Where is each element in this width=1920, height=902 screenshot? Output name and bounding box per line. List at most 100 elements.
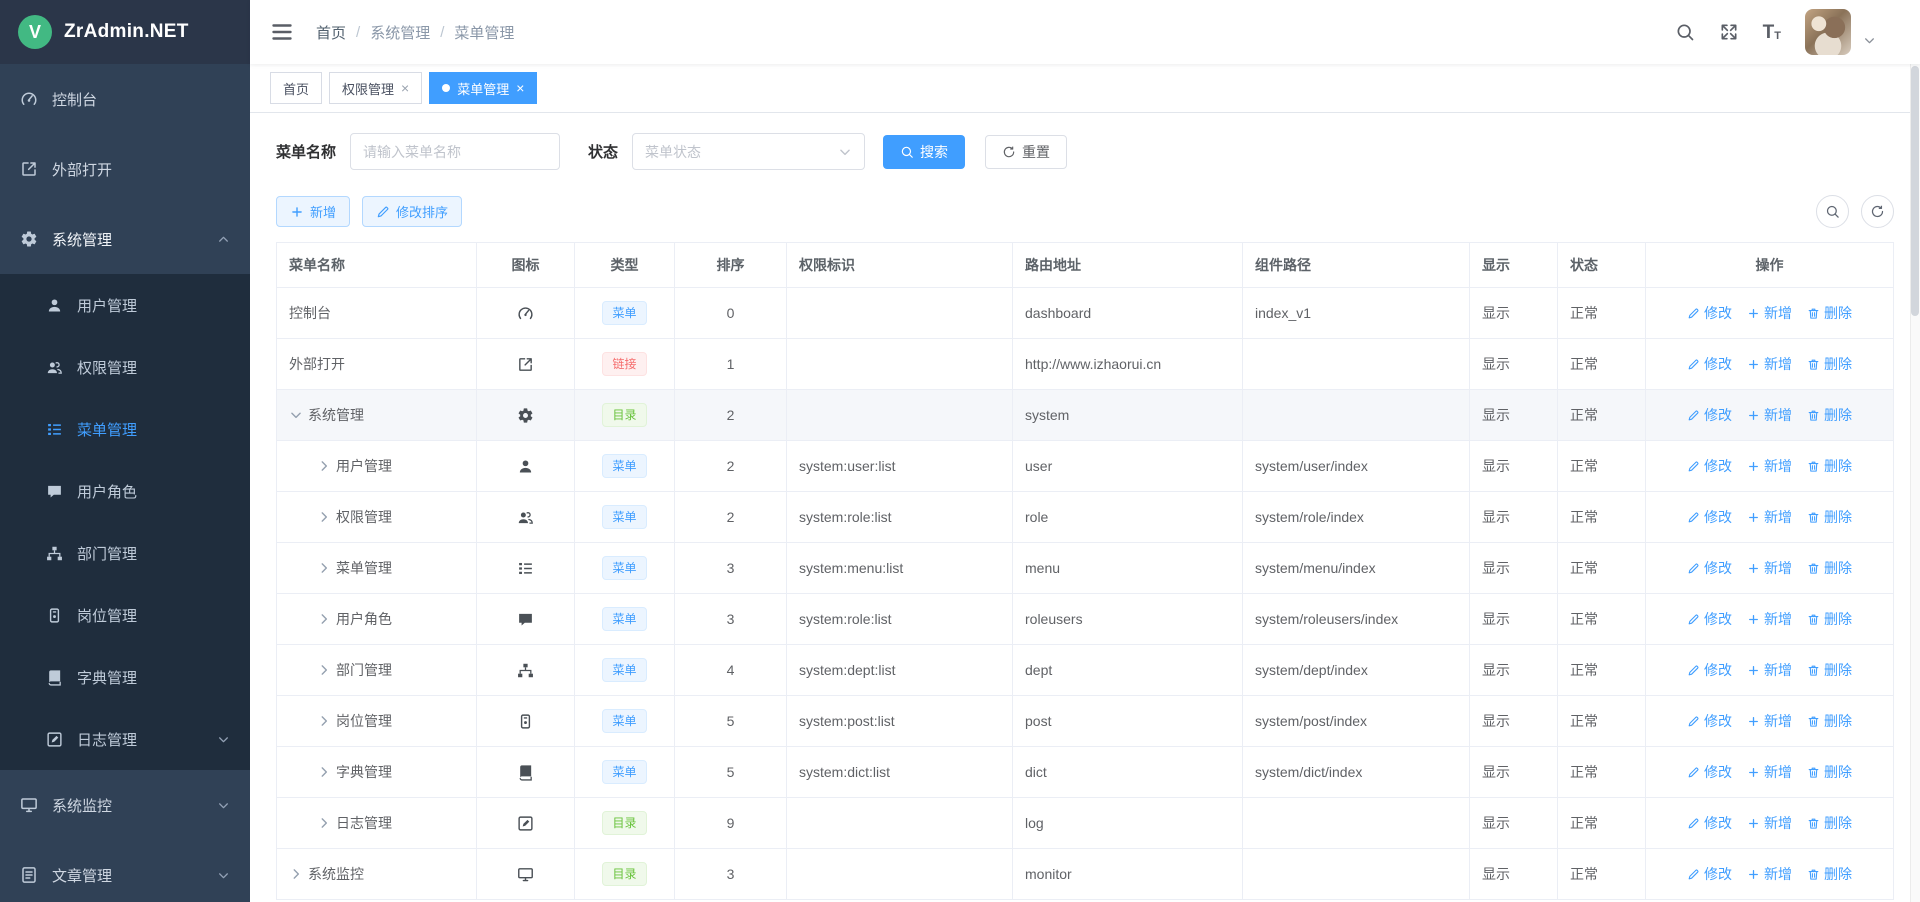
chevron-right-icon[interactable] bbox=[317, 459, 331, 473]
type-tag: 菜单 bbox=[602, 658, 646, 682]
chevron-down-icon[interactable] bbox=[1863, 34, 1876, 47]
sidebar-item-roles[interactable]: 权限管理 bbox=[0, 336, 250, 398]
delete-link[interactable]: 删除 bbox=[1807, 354, 1852, 374]
delete-link[interactable]: 删除 bbox=[1807, 864, 1852, 884]
sidebar-group-logs[interactable]: 日志管理 bbox=[0, 708, 250, 770]
delete-link[interactable]: 删除 bbox=[1807, 711, 1852, 731]
add-link[interactable]: 新增 bbox=[1747, 456, 1792, 476]
sidebar-item-dashboard[interactable]: 控制台 bbox=[0, 64, 250, 134]
tab-home[interactable]: 首页 bbox=[270, 72, 322, 104]
table-row[interactable]: 用户管理 菜单 2 system:user:list user system/u… bbox=[277, 441, 1894, 492]
delete-link[interactable]: 删除 bbox=[1807, 558, 1852, 578]
add-link[interactable]: 新增 bbox=[1747, 660, 1792, 680]
scrollbar-thumb[interactable] bbox=[1911, 66, 1919, 316]
breadcrumb-item[interactable]: 首页 bbox=[316, 22, 346, 43]
tab-roles[interactable]: 权限管理 × bbox=[329, 72, 422, 104]
delete-link[interactable]: 删除 bbox=[1807, 813, 1852, 833]
sort-edit-button[interactable]: 修改排序 bbox=[362, 196, 462, 227]
chevron-right-icon[interactable] bbox=[289, 867, 303, 881]
delete-link[interactable]: 删除 bbox=[1807, 660, 1852, 680]
sidebar-item-dict[interactable]: 字典管理 bbox=[0, 646, 250, 708]
search-button[interactable]: 搜索 bbox=[883, 135, 965, 169]
menu-name-input[interactable] bbox=[350, 133, 560, 170]
table-row[interactable]: 用户角色 菜单 3 system:role:list roleusers sys… bbox=[277, 594, 1894, 645]
add-link[interactable]: 新增 bbox=[1747, 303, 1792, 323]
breadcrumb-separator: / bbox=[440, 24, 444, 41]
chevron-right-icon[interactable] bbox=[317, 663, 331, 677]
sidebar-group-articles[interactable]: 文章管理 bbox=[0, 840, 250, 902]
chevron-right-icon[interactable] bbox=[317, 561, 331, 575]
edit-link[interactable]: 修改 bbox=[1687, 507, 1732, 527]
tab-menus[interactable]: 菜单管理 × bbox=[429, 72, 537, 104]
show-search-button[interactable] bbox=[1816, 195, 1849, 228]
edit-link[interactable]: 修改 bbox=[1687, 609, 1732, 629]
sidebar-item-label: 岗位管理 bbox=[77, 605, 230, 626]
sidebar-item-menus[interactable]: 菜单管理 bbox=[0, 398, 250, 460]
table-row[interactable]: 外部打开 链接 1 http://www.izhaorui.cn 显示 正常 修… bbox=[277, 339, 1894, 390]
edit-link[interactable]: 修改 bbox=[1687, 660, 1732, 680]
delete-link[interactable]: 删除 bbox=[1807, 507, 1852, 527]
table-row[interactable]: 岗位管理 菜单 5 system:post:list post system/p… bbox=[277, 696, 1894, 747]
edit-link[interactable]: 修改 bbox=[1687, 711, 1732, 731]
add-button[interactable]: 新增 bbox=[276, 196, 350, 227]
close-icon[interactable]: × bbox=[401, 81, 409, 95]
table-row[interactable]: 日志管理 目录 9 log 显示 正常 修改 新增 删除 bbox=[277, 798, 1894, 849]
user-avatar[interactable] bbox=[1805, 9, 1851, 55]
edit-link[interactable]: 修改 bbox=[1687, 864, 1732, 884]
route-value: user bbox=[1013, 441, 1243, 492]
edit-link[interactable]: 修改 bbox=[1687, 762, 1732, 782]
page-scrollbar[interactable] bbox=[1910, 0, 1920, 902]
reset-button[interactable]: 重置 bbox=[985, 135, 1067, 169]
chevron-right-icon[interactable] bbox=[317, 612, 331, 626]
table-row[interactable]: 系统管理 目录 2 system 显示 正常 修改 新增 删除 bbox=[277, 390, 1894, 441]
hamburger-icon[interactable] bbox=[270, 20, 294, 44]
add-link[interactable]: 新增 bbox=[1747, 762, 1792, 782]
add-link[interactable]: 新增 bbox=[1747, 558, 1792, 578]
refresh-button[interactable] bbox=[1861, 195, 1894, 228]
close-icon[interactable]: × bbox=[516, 81, 524, 95]
edit-link[interactable]: 修改 bbox=[1687, 405, 1732, 425]
table-row[interactable]: 系统监控 目录 3 monitor 显示 正常 修改 新增 删除 bbox=[277, 849, 1894, 900]
edit-link[interactable]: 修改 bbox=[1687, 813, 1732, 833]
active-dot-icon bbox=[442, 84, 450, 92]
delete-link[interactable]: 删除 bbox=[1807, 303, 1852, 323]
sidebar-item-posts[interactable]: 岗位管理 bbox=[0, 584, 250, 646]
chevron-right-icon[interactable] bbox=[317, 510, 331, 524]
delete-link[interactable]: 删除 bbox=[1807, 405, 1852, 425]
sidebar-item-external[interactable]: 外部打开 bbox=[0, 134, 250, 204]
table-row[interactable]: 部门管理 菜单 4 system:dept:list dept system/d… bbox=[277, 645, 1894, 696]
chevron-down-icon[interactable] bbox=[289, 408, 303, 422]
table-row[interactable]: 控制台 菜单 0 dashboard index_v1 显示 正常 修改 新增 … bbox=[277, 288, 1894, 339]
add-link[interactable]: 新增 bbox=[1747, 405, 1792, 425]
chevron-right-icon[interactable] bbox=[317, 816, 331, 830]
search-icon[interactable] bbox=[1675, 22, 1695, 42]
edit-link[interactable]: 修改 bbox=[1687, 456, 1732, 476]
delete-link[interactable]: 删除 bbox=[1807, 456, 1852, 476]
add-link[interactable]: 新增 bbox=[1747, 609, 1792, 629]
add-link[interactable]: 新增 bbox=[1747, 864, 1792, 884]
font-size-icon[interactable]: TT bbox=[1763, 23, 1781, 42]
add-link[interactable]: 新增 bbox=[1747, 813, 1792, 833]
breadcrumb-item[interactable]: 系统管理 bbox=[370, 22, 430, 43]
edit-link[interactable]: 修改 bbox=[1687, 558, 1732, 578]
chevron-right-icon[interactable] bbox=[317, 765, 331, 779]
sidebar-group-monitor[interactable]: 系统监控 bbox=[0, 770, 250, 840]
edit-link[interactable]: 修改 bbox=[1687, 354, 1732, 374]
sidebar-item-user-roles[interactable]: 用户角色 bbox=[0, 460, 250, 522]
delete-link[interactable]: 删除 bbox=[1807, 609, 1852, 629]
add-link[interactable]: 新增 bbox=[1747, 507, 1792, 527]
table-row[interactable]: 字典管理 菜单 5 system:dict:list dict system/d… bbox=[277, 747, 1894, 798]
table-row[interactable]: 菜单管理 菜单 3 system:menu:list menu system/m… bbox=[277, 543, 1894, 594]
chevron-right-icon[interactable] bbox=[317, 714, 331, 728]
table-row[interactable]: 权限管理 菜单 2 system:role:list role system/r… bbox=[277, 492, 1894, 543]
app-logo[interactable]: V ZrAdmin.NET bbox=[0, 0, 250, 64]
add-link[interactable]: 新增 bbox=[1747, 354, 1792, 374]
sidebar-item-users[interactable]: 用户管理 bbox=[0, 274, 250, 336]
add-link[interactable]: 新增 bbox=[1747, 711, 1792, 731]
status-select[interactable]: 菜单状态 bbox=[632, 133, 865, 170]
fullscreen-icon[interactable] bbox=[1719, 22, 1739, 42]
delete-link[interactable]: 删除 bbox=[1807, 762, 1852, 782]
sidebar-group-system[interactable]: 系统管理 bbox=[0, 204, 250, 274]
sidebar-item-departments[interactable]: 部门管理 bbox=[0, 522, 250, 584]
edit-link[interactable]: 修改 bbox=[1687, 303, 1732, 323]
